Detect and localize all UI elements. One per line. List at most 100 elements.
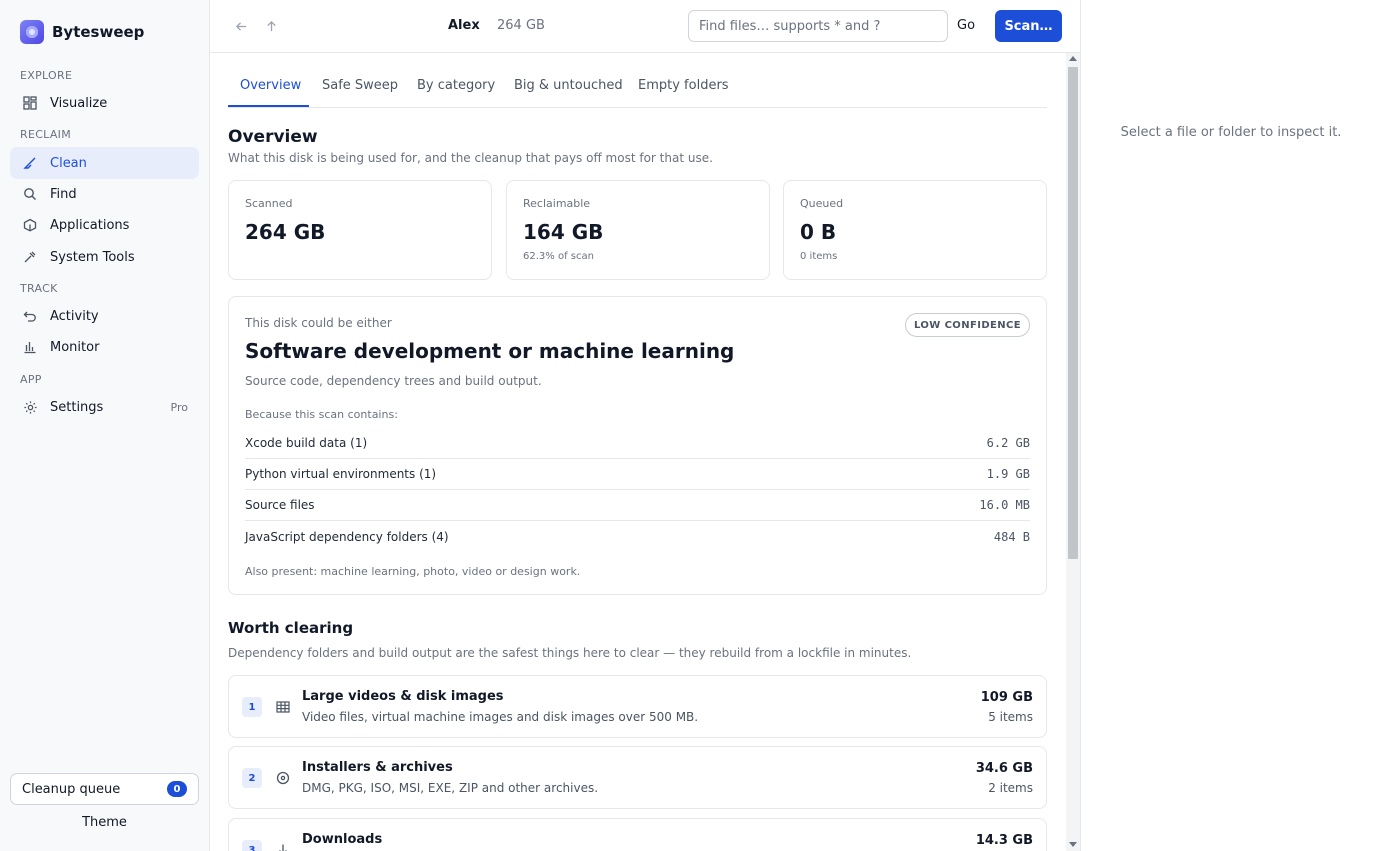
page-subtitle: What this disk is being used for, and th… [228, 151, 713, 165]
category-count: 2 items [988, 781, 1033, 795]
evidence-size: 16.0 MB [979, 498, 1030, 512]
category-description: DMG, PKG, ISO, MSI, EXE, ZIP and other a… [302, 781, 599, 795]
sidebar-item-label: Clean [50, 155, 87, 171]
category-name: Downloads [302, 832, 383, 847]
table-icon [274, 698, 292, 716]
stat-note: 62.3% of scan [523, 251, 594, 262]
category-name: Installers & archives [302, 760, 453, 775]
sidebar-item-clean[interactable]: Clean [10, 147, 199, 179]
pro-badge: Pro [170, 400, 188, 414]
evidence-row: Xcode build data (1) 6.2 GB [245, 428, 1030, 459]
profile-eyebrow: This disk could be either [245, 316, 392, 330]
scroll-up-arrow-icon[interactable] [1069, 56, 1077, 61]
rank-badge: 3 [242, 840, 262, 851]
cleanup-queue-label: Cleanup queue [22, 781, 121, 797]
stat-label: Queued [800, 197, 844, 210]
sidebar-item-label: Monitor [50, 339, 100, 355]
evidence-row: Source files 16.0 MB [245, 490, 1030, 521]
scroll-thumb[interactable] [1068, 67, 1078, 559]
tab-big-untouched[interactable]: Big & untouched [514, 78, 623, 93]
category-card-installers[interactable]: 2 Installers & archives DMG, PKG, ISO, M… [228, 746, 1047, 809]
sidebar-item-label: Find [50, 186, 77, 202]
disk-owner: Alex [448, 18, 480, 33]
evidence-row: JavaScript dependency folders (4) 484 B [245, 521, 1030, 552]
sidebar-item-activity[interactable]: Activity [10, 300, 199, 332]
undo-icon [22, 308, 38, 324]
rank-badge: 1 [242, 697, 262, 717]
bytesweep-logo-icon [20, 20, 44, 44]
section-label-app: APP [20, 373, 42, 386]
stat-card-queued: Queued 0 B 0 items [783, 180, 1047, 280]
back-arrow-icon[interactable] [232, 17, 250, 35]
sidebar-item-find[interactable]: Find [10, 178, 199, 210]
category-name: Large videos & disk images [302, 689, 504, 704]
up-arrow-icon[interactable] [262, 17, 280, 35]
tab-bar: Overview Safe Sweep By category Big & un… [228, 53, 1047, 108]
queue-count-badge: 0 [167, 781, 187, 797]
disc-icon [274, 769, 292, 787]
confidence-badge: LOW CONFIDENCE [904, 313, 1030, 337]
category-count: 5 items [988, 710, 1033, 724]
stat-card-reclaimable: Reclaimable 164 GB 62.3% of scan [506, 180, 770, 280]
sidebar-item-label: Activity [50, 308, 99, 324]
active-tab-indicator [228, 105, 309, 107]
rank-badge: 2 [242, 768, 262, 788]
evidence-label: Xcode build data (1) [245, 436, 368, 450]
evidence-label: Python virtual environments (1) [245, 467, 437, 481]
worth-clearing-subtitle: Dependency folders and build output are … [228, 646, 912, 660]
sidebar: Bytesweep EXPLORE Visualize RECLAIM Clea… [0, 0, 210, 851]
category-card-downloads[interactable]: 3 Downloads 14.3 GB [228, 818, 1047, 851]
grid-icon [22, 95, 38, 111]
scroll-down-arrow-icon[interactable] [1069, 842, 1077, 847]
disk-size: 264 GB [497, 18, 545, 33]
evidence-heading: Because this scan contains: [245, 408, 398, 421]
app-name: Bytesweep [52, 23, 145, 41]
profile-description: Source code, dependency trees and build … [245, 374, 542, 388]
evidence-label: JavaScript dependency folders (4) [245, 529, 449, 544]
stat-note: 0 items [800, 251, 838, 262]
download-icon [274, 841, 292, 851]
bar-chart-icon [22, 339, 38, 355]
tab-by-category[interactable]: By category [417, 78, 495, 93]
stat-card-scanned: Scanned 264 GB [228, 180, 492, 280]
search-input[interactable] [688, 10, 948, 42]
stat-value: 164 GB [523, 220, 604, 244]
sidebar-item-label: Settings [50, 399, 104, 415]
section-label-track: TRACK [20, 282, 58, 295]
disk-profile-card: This disk could be either LOW CONFIDENCE… [228, 296, 1047, 595]
sidebar-item-settings[interactable]: Settings Pro [10, 391, 199, 423]
main-scrollbar[interactable] [1066, 53, 1080, 851]
sidebar-item-visualize[interactable]: Visualize [10, 87, 199, 119]
wrench-icon [22, 249, 38, 265]
profile-title: Software development or machine learning [245, 339, 735, 363]
evidence-size: 6.2 GB [986, 436, 1030, 450]
category-description: Video files, virtual machine images and … [302, 710, 699, 724]
tab-overview[interactable]: Overview [240, 78, 301, 93]
brand[interactable]: Bytesweep [20, 20, 144, 44]
tab-empty-folders[interactable]: Empty folders [638, 78, 729, 93]
also-present-note: Also present: machine learning, photo, v… [245, 565, 581, 578]
tab-safe-sweep[interactable]: Safe Sweep [322, 78, 398, 93]
main-content: Overview Safe Sweep By category Big & un… [228, 53, 1047, 851]
section-label-explore: EXPLORE [20, 69, 73, 82]
sidebar-item-label: Visualize [50, 95, 108, 111]
sidebar-item-applications[interactable]: Applications [10, 209, 199, 241]
go-button[interactable]: Go [957, 18, 975, 33]
search-icon [22, 186, 38, 202]
sidebar-item-monitor[interactable]: Monitor [10, 331, 199, 363]
category-size: 34.6 GB [975, 761, 1033, 776]
cleanup-queue-button[interactable]: Cleanup queue 0 [10, 773, 199, 805]
evidence-list: Xcode build data (1) 6.2 GB Python virtu… [245, 428, 1030, 552]
stat-label: Reclaimable [523, 197, 591, 210]
page-title: Overview [228, 127, 318, 147]
gear-icon [22, 399, 38, 415]
stat-value: 0 B [800, 220, 837, 244]
broom-icon [22, 155, 38, 171]
theme-toggle[interactable]: Theme [10, 815, 199, 830]
category-card-large-videos[interactable]: 1 Large videos & disk images Video files… [228, 675, 1047, 738]
inspector-panel: Select a file or folder to inspect it. [1080, 0, 1380, 851]
inspector-empty-message: Select a file or folder to inspect it. [1120, 125, 1342, 140]
stat-value: 264 GB [245, 220, 326, 244]
scan-button[interactable]: Scan… [995, 10, 1062, 42]
sidebar-item-system-tools[interactable]: System Tools [10, 241, 199, 273]
